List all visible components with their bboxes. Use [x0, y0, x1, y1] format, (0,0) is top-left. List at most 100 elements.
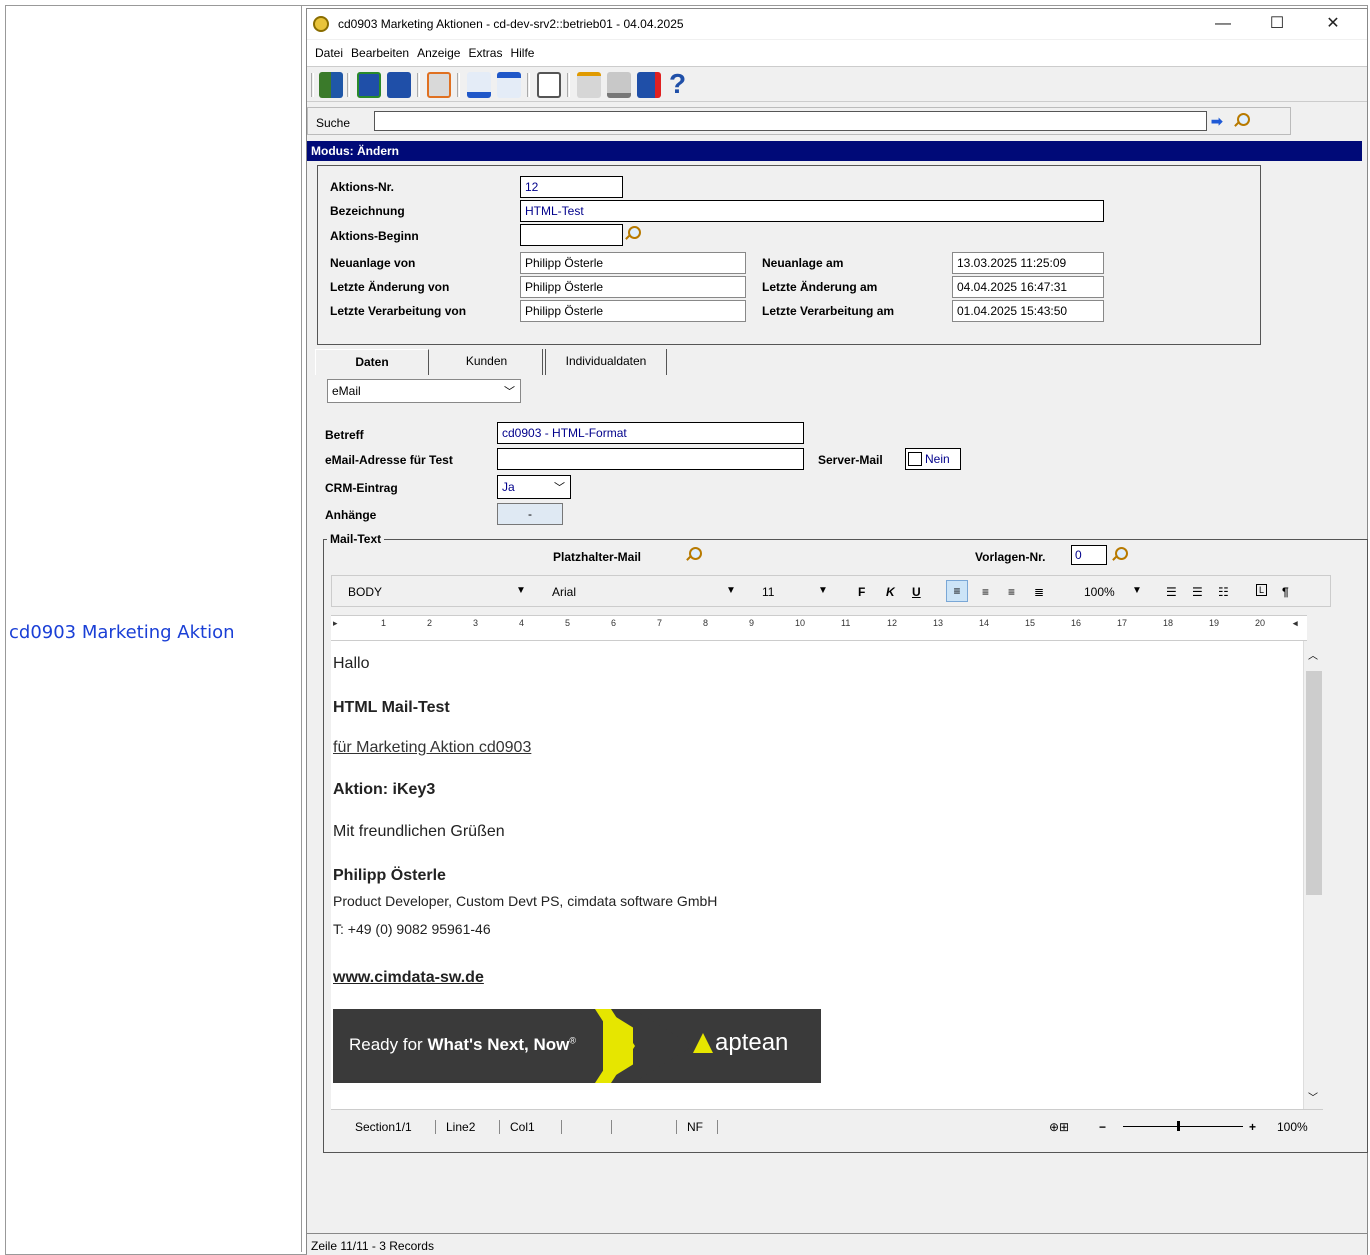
aptean-banner: Ready for What's Next, Now® aptean	[333, 1009, 821, 1083]
align-center-icon[interactable]: ≡	[1008, 585, 1015, 599]
bullet-list-icon[interactable]: ☰	[1192, 585, 1203, 599]
chevron-down-icon[interactable]: ▼	[516, 585, 526, 596]
bezeichnung-field[interactable]: HTML-Test	[520, 200, 1104, 222]
neuanlage-am-label: Neuanlage am	[762, 256, 844, 270]
arrow-right-icon[interactable]: ➡	[1211, 113, 1223, 130]
edit-icon[interactable]	[577, 72, 601, 98]
neuanlage-am-field: 13.03.2025 11:25:09	[952, 252, 1104, 274]
font-select[interactable]: Arial	[552, 585, 576, 599]
size-select[interactable]: 11	[762, 585, 774, 599]
mail-editor[interactable]: Hallo HTML Mail-Test für Marketing Aktio…	[331, 641, 1303, 1109]
neuanlage-von-field: Philipp Österle	[520, 252, 746, 274]
numbered-list-icon[interactable]: ☰	[1166, 585, 1177, 599]
pilcrow-button[interactable]: ¶	[1282, 585, 1289, 599]
letzte-verarbeitung-von-label: Letzte Verarbeitung von	[330, 304, 467, 318]
server-mail-toggle[interactable]: Nein	[905, 448, 961, 470]
mailtext-legend: Mail-Text	[327, 532, 385, 546]
tab-individualdaten[interactable]: Individualdaten	[545, 349, 667, 375]
frame-icon[interactable]: L	[1256, 584, 1268, 596]
banner-chevron-cut	[633, 1009, 693, 1083]
menu-anzeige[interactable]: Anzeige	[417, 46, 460, 60]
align-justify-icon[interactable]: ≣	[1034, 585, 1044, 599]
minimize-button[interactable]: —	[1203, 13, 1243, 35]
app-window: cd0903 Marketing Aktionen - cd-dev-srv2:…	[306, 8, 1368, 1255]
test-email-field[interactable]	[497, 448, 804, 470]
letzte-aenderung-von-label: Letzte Änderung von	[330, 280, 450, 294]
server-mail-checkbox[interactable]	[908, 452, 922, 466]
menu-bar: Datei Bearbeiten Anzeige Extras Hilfe	[307, 40, 1367, 66]
process-icon[interactable]	[427, 72, 451, 98]
banner-tagline-1: Ready for	[349, 1035, 423, 1054]
zoom-in-button[interactable]: +	[1249, 1120, 1256, 1134]
mode-bar: Modus: Ändern	[307, 141, 1362, 161]
editor-scrollbar[interactable]: ︿ ﹀	[1303, 641, 1323, 1109]
style-select[interactable]: BODY	[348, 585, 382, 599]
chevron-down-icon[interactable]: ▼	[726, 585, 736, 596]
vorlagen-search-icon[interactable]	[1111, 547, 1128, 563]
zoom-slider-thumb[interactable]	[1177, 1121, 1180, 1131]
zoom-out-button[interactable]: −	[1099, 1120, 1106, 1134]
menu-hilfe[interactable]: Hilfe	[510, 46, 534, 60]
menu-datei[interactable]: Datei	[315, 46, 343, 60]
anhaenge-button[interactable]: -	[497, 503, 563, 525]
search-input[interactable]	[374, 111, 1207, 131]
mail-name: Philipp Österle	[333, 867, 446, 884]
marketing-aktion-link[interactable]: cd0903 Marketing Aktion	[9, 622, 235, 643]
letzte-verarbeitung-am-field: 01.04.2025 15:43:50	[952, 300, 1104, 322]
menu-bearbeiten[interactable]: Bearbeiten	[351, 46, 409, 60]
anhaenge-label: Anhänge	[325, 508, 377, 522]
help-icon[interactable]: ?	[669, 70, 693, 98]
indent-list-icon[interactable]: ☷	[1218, 585, 1229, 599]
ruler-tick: 4	[519, 618, 525, 628]
align-right-icon[interactable]: ≡	[982, 585, 989, 599]
scroll-down-icon[interactable]: ﹀	[1308, 1089, 1318, 1104]
toolbar-separator	[311, 73, 314, 97]
ruler-start-marker[interactable]: ▸	[333, 618, 338, 629]
tab-kunden[interactable]: Kunden	[431, 349, 543, 375]
align-left-icon[interactable]: ≡	[946, 580, 968, 602]
mail-website-link[interactable]: www.cimdata-sw.de	[333, 969, 484, 987]
chevron-down-icon[interactable]: ▼	[1132, 585, 1142, 596]
zoom-select[interactable]: 100%	[1084, 585, 1115, 599]
zoom-slider[interactable]	[1123, 1126, 1243, 1127]
crm-select[interactable]: Ja ﹀	[497, 475, 571, 499]
letzte-aenderung-von-field: Philipp Österle	[520, 276, 746, 298]
save-check-icon[interactable]	[357, 72, 381, 98]
bold-button[interactable]: F	[858, 585, 865, 599]
aktions-beginn-field[interactable]	[520, 224, 623, 246]
tab-daten[interactable]: Daten	[315, 349, 429, 375]
chevron-down-icon[interactable]: ▼	[818, 585, 828, 596]
betreff-field[interactable]: cd0903 - HTML-Format	[497, 422, 804, 444]
magnifier-icon[interactable]	[1233, 113, 1250, 129]
aptean-logo-icon	[693, 1033, 713, 1053]
ruler-tick: 13	[933, 618, 944, 628]
mail-icon[interactable]	[537, 72, 561, 98]
delete-icon[interactable]	[637, 72, 661, 98]
maximize-button[interactable]: ☐	[1257, 13, 1297, 35]
mail-type-select[interactable]: eMail ﹀	[327, 379, 521, 403]
mail-role: Product Developer, Custom Devt PS, cimda…	[333, 893, 718, 909]
toolbar-separator	[457, 73, 460, 97]
save-icon[interactable]	[387, 72, 411, 98]
platzhalter-search-icon[interactable]	[685, 547, 702, 563]
italic-button[interactable]: K	[886, 585, 895, 599]
scroll-thumb[interactable]	[1306, 671, 1322, 895]
chevron-down-icon: ﹀	[554, 482, 565, 494]
aktions-nr-field[interactable]: 12	[520, 176, 623, 198]
scroll-up-icon[interactable]: ︿	[1308, 647, 1318, 662]
page-view-icon[interactable]: ⊕⊞	[1049, 1120, 1069, 1134]
close-button[interactable]: ✕	[1313, 13, 1353, 35]
window-title: cd0903 Marketing Aktionen - cd-dev-srv2:…	[338, 17, 684, 31]
import-icon[interactable]	[467, 72, 491, 98]
exit-door-icon[interactable]	[319, 72, 343, 98]
vorlagen-field[interactable]: 0	[1071, 545, 1107, 565]
date-picker-icon[interactable]	[624, 226, 641, 242]
ruler-end-marker[interactable]: ◂	[1293, 618, 1298, 629]
ruler-tick: 19	[1209, 618, 1220, 628]
underline-button[interactable]: U	[912, 585, 921, 599]
print-icon[interactable]	[607, 72, 631, 98]
menu-extras[interactable]: Extras	[468, 46, 502, 60]
status-nf: NF	[687, 1120, 703, 1134]
export-icon[interactable]	[497, 72, 521, 98]
platzhalter-label: Platzhalter-Mail	[553, 550, 642, 564]
